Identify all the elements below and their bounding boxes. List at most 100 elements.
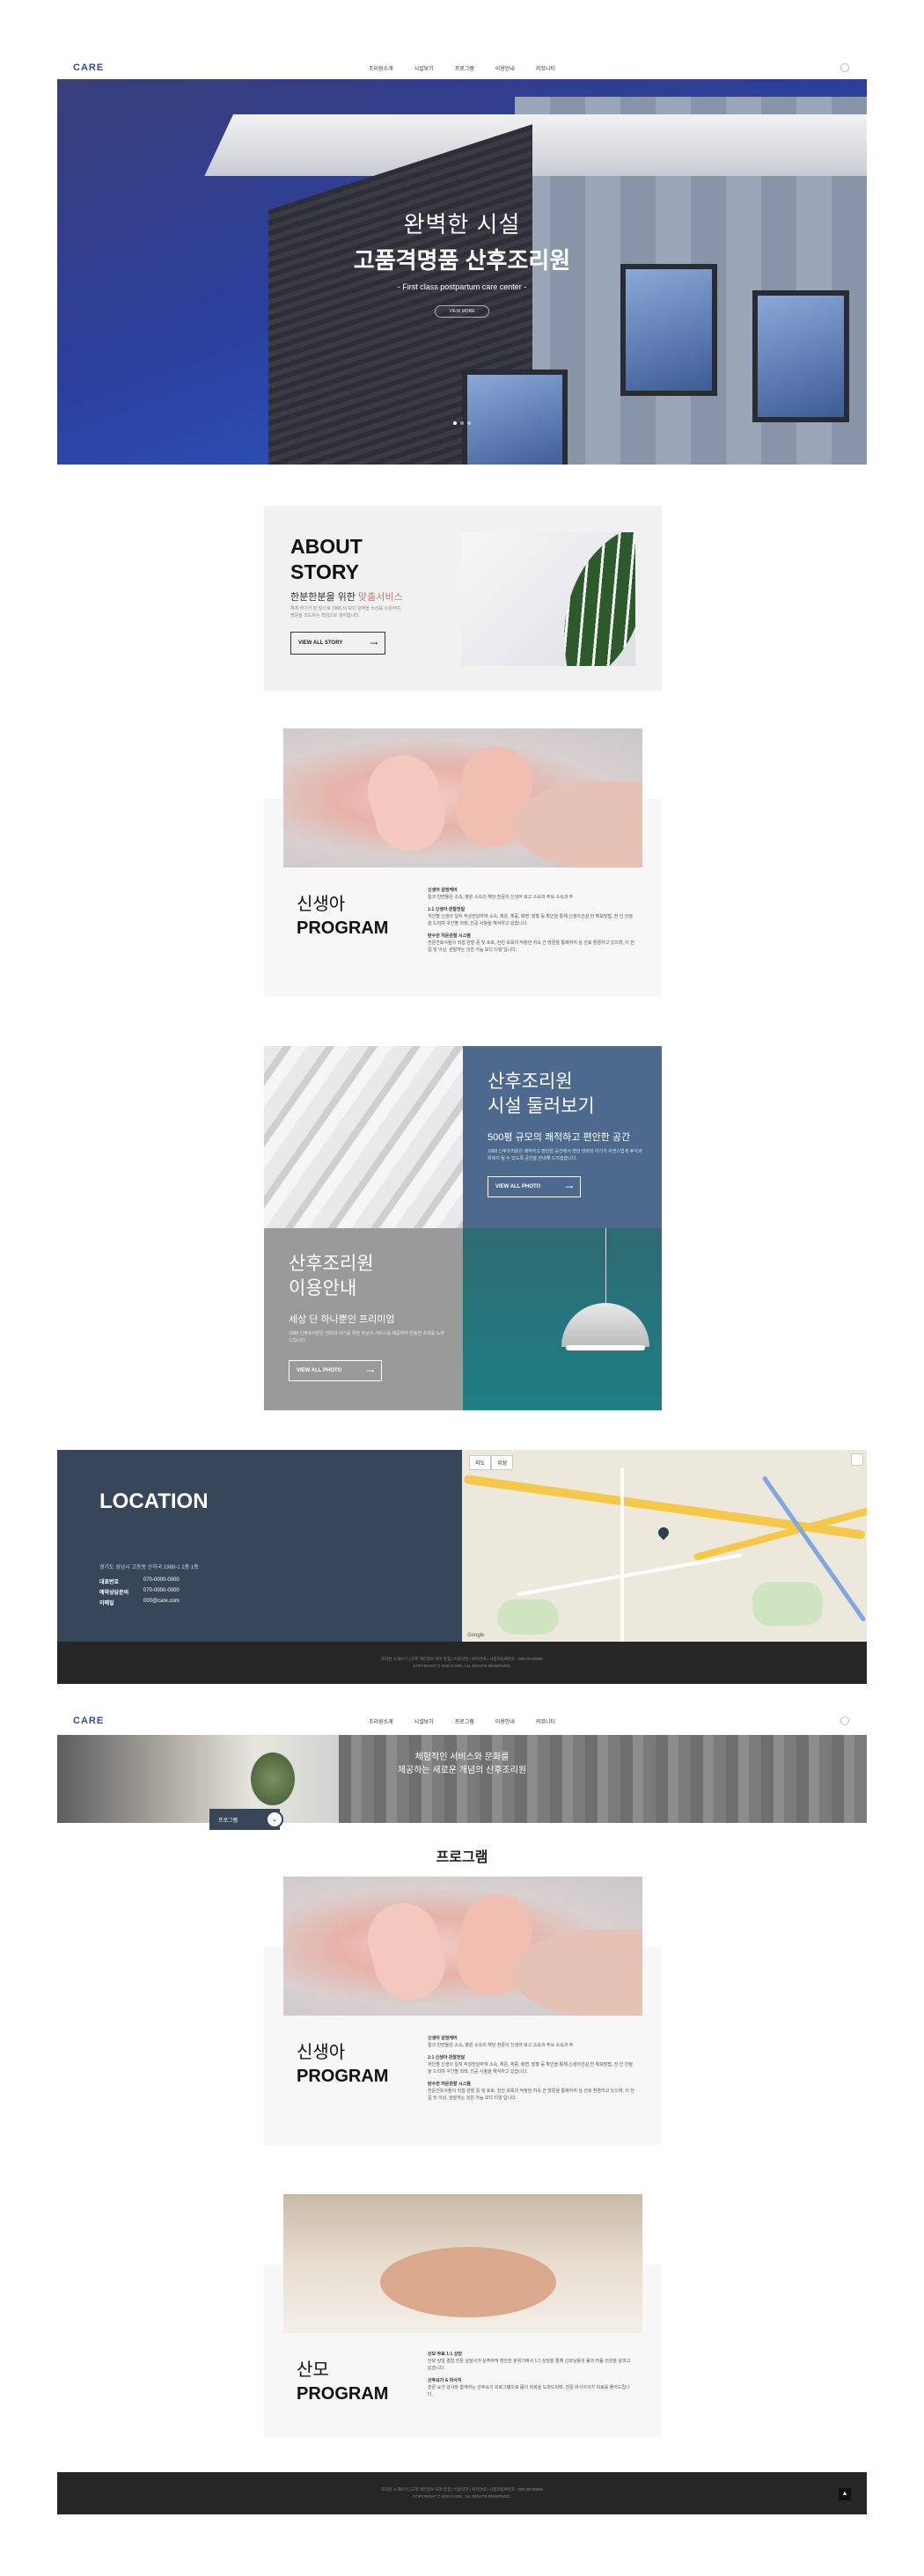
usage-title: 산후조리원 이용안내 bbox=[289, 1252, 374, 1301]
main-nav: 조리원소개 시설보기 프로그램 이용안내 커뮤니티 bbox=[57, 1717, 867, 1725]
nav-item-about[interactable]: 조리원소개 bbox=[369, 64, 393, 72]
slider-dot[interactable] bbox=[453, 421, 457, 425]
view-all-story-button[interactable]: VIEW ALL STORY ⟶ bbox=[290, 632, 385, 655]
program-title: 신생아 PROGRAM bbox=[297, 893, 388, 940]
tour-description: 1988 신후조리원은 쾌적하고 편안한 공간에서 편안 엄마와 아기가 자연스… bbox=[488, 1149, 642, 1161]
about-subtitle: 한분한분을 위한 맞춤서비스 bbox=[290, 589, 403, 604]
usage-title-line1: 산후조리원 bbox=[289, 1254, 374, 1274]
about-title: ABOUT STORY bbox=[290, 534, 363, 585]
map-road bbox=[620, 1467, 624, 1642]
nav-item-about[interactable]: 조리원소개 bbox=[369, 1717, 393, 1725]
contact-row: 예약상담문의 070-0000-0000 bbox=[99, 1588, 180, 1596]
program-description: 산모 무료 1:1 상담 산모 상담 경험 전문 상담사가 상주하여 편안한 분… bbox=[428, 2351, 634, 2398]
monstera-leaf-image bbox=[528, 532, 635, 666]
about-subtitle-highlight: 맞춤서비스 bbox=[357, 592, 403, 603]
arrow-right-icon: ⟶ bbox=[370, 640, 378, 647]
map-tab-satellite[interactable]: 위성 bbox=[491, 1455, 514, 1470]
location-address: 경기도 성남시 고등동 산하국 1988-1 1층 1층 bbox=[99, 1565, 199, 1570]
section-body: 산모 상담 경험 전문 상담사가 상주하여 편안한 분위기에서 1:1 상담을 … bbox=[428, 2359, 631, 2371]
about-image bbox=[461, 532, 635, 666]
map-park bbox=[752, 1582, 823, 1626]
facility-tour-panel: 산후조리원 시설 둘러보기 500평 규모의 쾌적하고 편안한 공간 1988 … bbox=[463, 1046, 662, 1228]
hero-caption: 완벽한 시설 고품격명품 산후조리원 - First class postpar… bbox=[57, 207, 867, 318]
chevron-down-icon[interactable]: ⌄ bbox=[266, 1811, 283, 1828]
site-footer: 조리원 소개보기 | 고객 개인정보 처리 방침 | 이용약관 | 위치안내 |… bbox=[57, 2472, 867, 2514]
tour-title-line2: 시설 둘러보기 bbox=[488, 1096, 595, 1116]
tour-subtitle: 500평 규모의 쾌적하고 편안한 공간 bbox=[488, 1132, 631, 1143]
map-road bbox=[516, 1553, 743, 1597]
user-icon[interactable] bbox=[840, 63, 849, 72]
section-heading: 1:1 신생아 관찰전달 bbox=[428, 2055, 466, 2060]
newborn-feet-photo bbox=[283, 1877, 642, 2016]
nav-item-guide[interactable]: 이용안내 bbox=[495, 64, 515, 72]
photo-shape bbox=[380, 2247, 556, 2317]
hero-view-more-button[interactable]: VIEW MORE bbox=[435, 305, 489, 318]
arrow-up-icon[interactable]: ▲ bbox=[839, 2488, 851, 2500]
usage-description: 1988 신후조리원은 엄마와 아기를 위한 최상의 서비스를 제공하여 진정한… bbox=[289, 1331, 444, 1343]
view-all-story-label: VIEW ALL STORY bbox=[298, 640, 343, 646]
slider-dots bbox=[57, 413, 867, 429]
section-body: 전문간호사들이 직접 관찰 중 및 호호, 전진 보육의 적정한 지속 간 방문… bbox=[428, 940, 634, 953]
program-title-line2: PROGRAM bbox=[297, 918, 389, 938]
banner-window-image bbox=[57, 1735, 339, 1823]
section-body: 개인별 신생아 일지 작성전달하여 소속, 체온, 체중, 배변, 발황 등 확… bbox=[428, 914, 633, 926]
program-mother-card: 산모 PROGRAM 산모 무료 1:1 상담 산모 상담 경험 전문 상담사가… bbox=[264, 2194, 662, 2437]
footer-copyright: COPYRIGHT © 2020 CARE. ALL RIGHTS RESERV… bbox=[413, 1664, 511, 1668]
lamp-rim bbox=[566, 1345, 645, 1350]
about-subtitle-a: 한분한분을 위한 bbox=[290, 592, 358, 603]
section-body: 절과 반면들은 소속, 병원 소속의 해당 전문이 신생아 보고 소속과 주요 … bbox=[428, 2043, 574, 2048]
nav-item-community[interactable]: 커뮤니티 bbox=[536, 1717, 555, 1725]
map-park bbox=[497, 1599, 559, 1635]
nav-item-facility[interactable]: 시설보기 bbox=[414, 1717, 434, 1725]
program-title-line2: PROGRAM bbox=[297, 2384, 389, 2404]
sub-banner: 체험적인 서비스와 문화를 제공하는 새로운 개념의 산후조리원 bbox=[57, 1735, 867, 1823]
contact-value: 070-0000-0000 bbox=[143, 1588, 180, 1593]
user-icon[interactable] bbox=[840, 1716, 849, 1725]
map-tab-map[interactable]: 지도 bbox=[469, 1455, 492, 1470]
section-body: 전문간호사들이 직접 관찰 중 및 호호, 전진 보육의 적정한 지속 간 방문… bbox=[428, 2089, 634, 2101]
nav-item-program[interactable]: 프로그램 bbox=[455, 1717, 474, 1725]
about-title-line2: STORY bbox=[290, 560, 359, 583]
nav-item-community[interactable]: 커뮤니티 bbox=[536, 64, 555, 72]
program-description: 신생아 감정케어 절과 반면들은 소속, 병원 소속의 해당 전문이 신생아 보… bbox=[428, 887, 634, 954]
program-title: 신생아 PROGRAM bbox=[297, 2041, 388, 2089]
section-heading: 탄수한 저온관찰 시스템 bbox=[428, 933, 471, 939]
site-header: CARE 조리원소개 시설보기 프로그램 이용안내 커뮤니티 bbox=[57, 1709, 867, 1732]
photo-shape bbox=[360, 747, 453, 860]
program-title-line1: 산모 bbox=[297, 2360, 329, 2380]
program-title-line1: 신생아 bbox=[297, 2043, 346, 2062]
nav-item-facility[interactable]: 시설보기 bbox=[414, 64, 434, 72]
slider-dot[interactable] bbox=[460, 421, 464, 425]
contact-value[interactable]: 000@care.com bbox=[143, 1599, 180, 1606]
arrow-right-icon: ⟶ bbox=[366, 1368, 374, 1374]
photo-shape bbox=[512, 1929, 642, 2016]
fullscreen-icon[interactable] bbox=[851, 1453, 863, 1466]
nav-item-guide[interactable]: 이용안내 bbox=[495, 1717, 515, 1725]
lamp-shade bbox=[561, 1303, 649, 1347]
hero-image-roof bbox=[204, 114, 867, 176]
arrow-right-icon: ⟶ bbox=[565, 1184, 573, 1190]
section-heading: 산모 무료 1:1 상담 bbox=[428, 2352, 462, 2357]
map-pin-icon[interactable] bbox=[656, 1525, 671, 1540]
usage-title-line2: 이용안내 bbox=[289, 1278, 357, 1299]
contact-value: 070-0000-0000 bbox=[143, 1577, 180, 1583]
nav-item-program[interactable]: 프로그램 bbox=[455, 64, 474, 72]
program-title: 산모 PROGRAM bbox=[297, 2359, 388, 2406]
lamp-photo bbox=[463, 1228, 662, 1410]
location-map[interactable]: 지도 위성 Google bbox=[462, 1450, 867, 1642]
hero-line2: 고품격명품 산후조리원 bbox=[353, 247, 571, 274]
usage-view-photo-button[interactable]: VIEW ALL PHOTO ⟶ bbox=[289, 1360, 382, 1381]
tour-view-photo-button[interactable]: VIEW ALL PHOTO ⟶ bbox=[488, 1176, 581, 1197]
hero-slider: 완벽한 시설 고품격명품 산후조리원 - First class postpar… bbox=[57, 79, 867, 465]
tour-button-label: VIEW ALL PHOTO bbox=[495, 1184, 541, 1189]
program-title-line1: 신생아 bbox=[297, 895, 346, 914]
contact-label: 이메일 bbox=[99, 1601, 114, 1606]
usage-subtitle: 세상 단 하나뿐인 프리미엄 bbox=[289, 1314, 395, 1325]
facility-grid: 산후조리원 시설 둘러보기 500평 규모의 쾌적하고 편안한 공간 1988 … bbox=[264, 1046, 662, 1411]
section-body: 절과 반면들은 소속, 병원 소속의 해당 전문이 신생아 보고 소속과 주요 … bbox=[428, 895, 574, 900]
program-newborn-card: 신생아 PROGRAM 신생아 감정케어 절과 반면들은 소속, 병원 소속의 … bbox=[264, 1877, 662, 2145]
slider-dot[interactable] bbox=[467, 421, 471, 425]
section-heading: 신생아 감정케어 bbox=[428, 2036, 458, 2041]
bedding-photo bbox=[264, 1046, 463, 1228]
banner-line2: 제공하는 새로운 개념의 산후조리원 bbox=[397, 1766, 527, 1775]
